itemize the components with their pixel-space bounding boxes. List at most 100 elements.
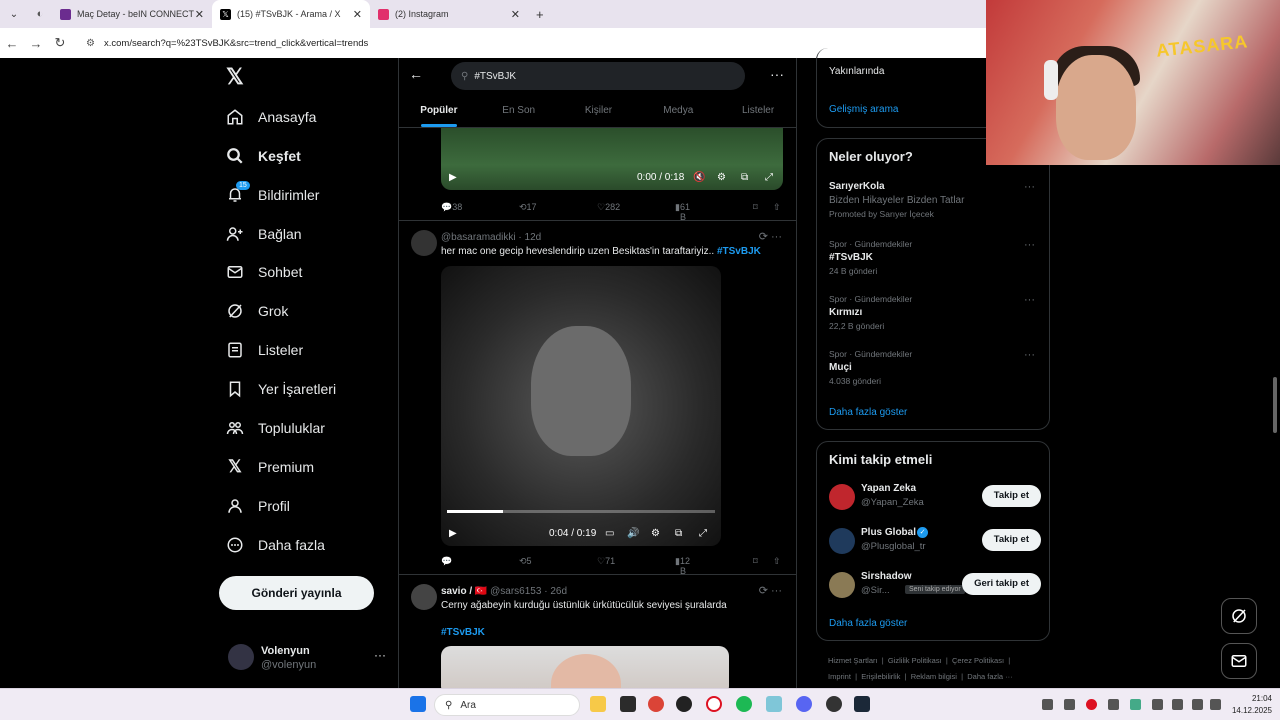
opera-icon[interactable] <box>706 696 722 712</box>
app-icon[interactable] <box>676 696 692 712</box>
fullscreen-icon[interactable]: ⤢ <box>699 528 707 539</box>
avatar[interactable] <box>411 230 437 256</box>
back-arrow-icon[interactable]: ← <box>409 66 423 82</box>
close-tab-icon[interactable]: ✕ <box>195 8 204 21</box>
app-icon[interactable] <box>826 696 842 712</box>
mute-icon[interactable]: 🔇 <box>693 172 705 183</box>
trend-item[interactable]: Spor · Gündemdekiler #TSvBJK 24 B gönder… <box>829 239 1041 276</box>
pip-icon[interactable]: ⧉ <box>741 172 748 183</box>
tray-icon[interactable] <box>1152 699 1163 710</box>
nav-connect[interactable]: Bağlan <box>226 221 302 247</box>
tray-icon[interactable] <box>1108 699 1119 710</box>
trend-item[interactable]: Spor · Gündemdekiler Muçi 4.038 gönderi … <box>829 349 1041 386</box>
more-dots-icon[interactable]: ··· <box>1024 349 1035 361</box>
taskbar-clock[interactable]: 21:04 14.12.2025 <box>1232 693 1272 717</box>
tray-icon[interactable] <box>1064 699 1075 710</box>
nav-messages[interactable]: Sohbet <box>226 259 302 285</box>
follow-suggestion[interactable]: Plus Global ✓ @Plusglobal_tr Takip et <box>829 526 1041 556</box>
captions-icon[interactable]: ▭ <box>605 528 614 539</box>
network-icon[interactable] <box>1192 699 1203 710</box>
share-icon[interactable]: ⇧ <box>773 202 781 213</box>
tray-icon[interactable] <box>1042 699 1053 710</box>
video-progress[interactable] <box>447 510 715 513</box>
follow-button[interactable]: Takip et <box>981 529 1041 551</box>
tab-list-icon[interactable]: ⌄ <box>0 9 28 20</box>
app-icon[interactable] <box>766 696 782 712</box>
tab-latest[interactable]: En Son <box>479 94 559 127</box>
views-button[interactable]: ▮ 12 B <box>675 556 690 576</box>
follow-suggestion[interactable]: Yapan Zeka @Yapan_Zeka Takip et <box>829 482 1041 512</box>
tab-x-search[interactable]: 𝕏 (15) #TSvBJK - Arama / X ✕ <box>212 0 370 28</box>
x-logo-icon[interactable]: 𝕏 <box>226 64 244 90</box>
follow-back-button[interactable]: Geri takip et <box>962 573 1041 595</box>
discord-icon[interactable] <box>796 696 812 712</box>
nav-notifications[interactable]: 15 Bildirimler <box>226 181 319 208</box>
repost-button[interactable]: ⟲ 17 <box>519 202 537 213</box>
tab-bein[interactable]: Maç Detay - beIN CONNECT ✕ <box>52 0 212 28</box>
post-button[interactable]: Gönderi yayınla <box>219 576 374 610</box>
page-scrollbar[interactable] <box>1270 165 1280 688</box>
nav-lists[interactable]: Listeler <box>226 337 303 363</box>
tab-instagram[interactable]: (2) Instagram ✕ <box>370 0 528 28</box>
tab-popular[interactable]: Popüler <box>399 94 479 127</box>
like-button[interactable]: ♡ 71 <box>597 556 615 567</box>
close-tab-icon[interactable]: ✕ <box>353 8 362 21</box>
nav-grok[interactable]: Grok <box>226 298 288 324</box>
tab-lists[interactable]: Listeler <box>718 94 796 127</box>
bookmark-icon[interactable]: ⌑ <box>753 202 758 213</box>
tab-group-icon[interactable]: ◐ <box>28 8 52 20</box>
more-dots-icon[interactable]: ··· <box>1024 294 1035 306</box>
app-icon[interactable] <box>620 696 636 712</box>
nav-communities[interactable]: Topluluklar <box>226 415 325 441</box>
taskbar-search[interactable]: ⚲ Ara <box>434 694 580 716</box>
video-player[interactable]: ▶ 0:04 / 0:19 ▭ 🔊 ⚙ ⧉ ⤢ <box>441 266 721 546</box>
more-dots-icon[interactable]: ··· <box>770 66 784 82</box>
more-dots-icon[interactable]: ··· <box>1024 181 1035 193</box>
search-input[interactable]: ⚲ #TSvBJK <box>451 62 745 90</box>
reload-icon[interactable]: ↻ <box>48 35 72 51</box>
bookmark-icon[interactable]: ⌑ <box>753 556 758 567</box>
steam-icon[interactable] <box>854 696 870 712</box>
trend-item[interactable]: Spor · Gündemdekiler Kırmızı 22,2 B gönd… <box>829 294 1041 331</box>
nav-explore[interactable]: Keşfet <box>226 143 301 169</box>
location-filter[interactable]: Yakınlarında <box>829 66 884 77</box>
follow-suggestion[interactable]: Sirshadow @Sir... Seni takip ediyor Geri… <box>829 570 1041 600</box>
more-dots-icon[interactable]: ··· <box>1024 239 1035 251</box>
show-more-link[interactable]: Daha fazla göster <box>829 407 907 418</box>
site-info-icon[interactable]: ⚙ <box>86 38 95 49</box>
windows-start-icon[interactable] <box>410 696 426 712</box>
tray-icon[interactable] <box>1130 699 1141 710</box>
settings-icon[interactable]: ⚙ <box>717 172 726 183</box>
new-tab-button[interactable]: + <box>536 7 544 22</box>
nav-bookmarks[interactable]: Yer İşaretleri <box>226 376 336 402</box>
repost-button[interactable]: ⟲ 5 <box>519 556 532 567</box>
video-player[interactable] <box>441 646 729 688</box>
back-icon[interactable]: ← <box>0 36 24 51</box>
tray-icon[interactable] <box>1086 699 1097 710</box>
play-icon[interactable]: ▶ <box>449 528 457 539</box>
nav-premium[interactable]: 𝕏 Premium <box>226 454 314 480</box>
grok-button[interactable] <box>1221 598 1257 634</box>
promoted-trend[interactable]: SarıyerKola Bizden Hikayeler Bizden Tatl… <box>829 181 1041 219</box>
messages-button[interactable] <box>1221 643 1257 679</box>
post-menu[interactable]: ⟳ ··· <box>759 230 782 243</box>
close-tab-icon[interactable]: ✕ <box>511 8 520 21</box>
follow-button[interactable]: Takip et <box>981 485 1041 507</box>
spotify-icon[interactable] <box>736 696 752 712</box>
volume-icon[interactable]: 🔊 <box>627 528 639 539</box>
post-hashtag[interactable]: #TSvBJK <box>441 627 485 638</box>
more-dots-icon[interactable]: ··· <box>374 648 386 662</box>
advanced-search-link[interactable]: Gelişmiş arama <box>829 104 898 115</box>
reply-button[interactable]: 💬 38 <box>441 202 462 213</box>
nav-more[interactable]: Daha fazla <box>226 532 325 558</box>
reply-button[interactable]: 💬 <box>441 556 452 567</box>
post-menu[interactable]: ⟳ ··· <box>759 584 782 597</box>
like-button[interactable]: ♡ 282 <box>597 202 620 213</box>
volume-icon[interactable] <box>1210 699 1221 710</box>
tab-people[interactable]: Kişiler <box>559 94 639 127</box>
url-field[interactable]: x.com/search?q=%23TSvBJK&src=trend_click… <box>104 38 368 49</box>
pip-icon[interactable]: ⧉ <box>675 528 682 539</box>
tab-media[interactable]: Medya <box>638 94 718 127</box>
settings-icon[interactable]: ⚙ <box>651 528 660 539</box>
nav-home[interactable]: Anasayfa <box>226 104 316 130</box>
